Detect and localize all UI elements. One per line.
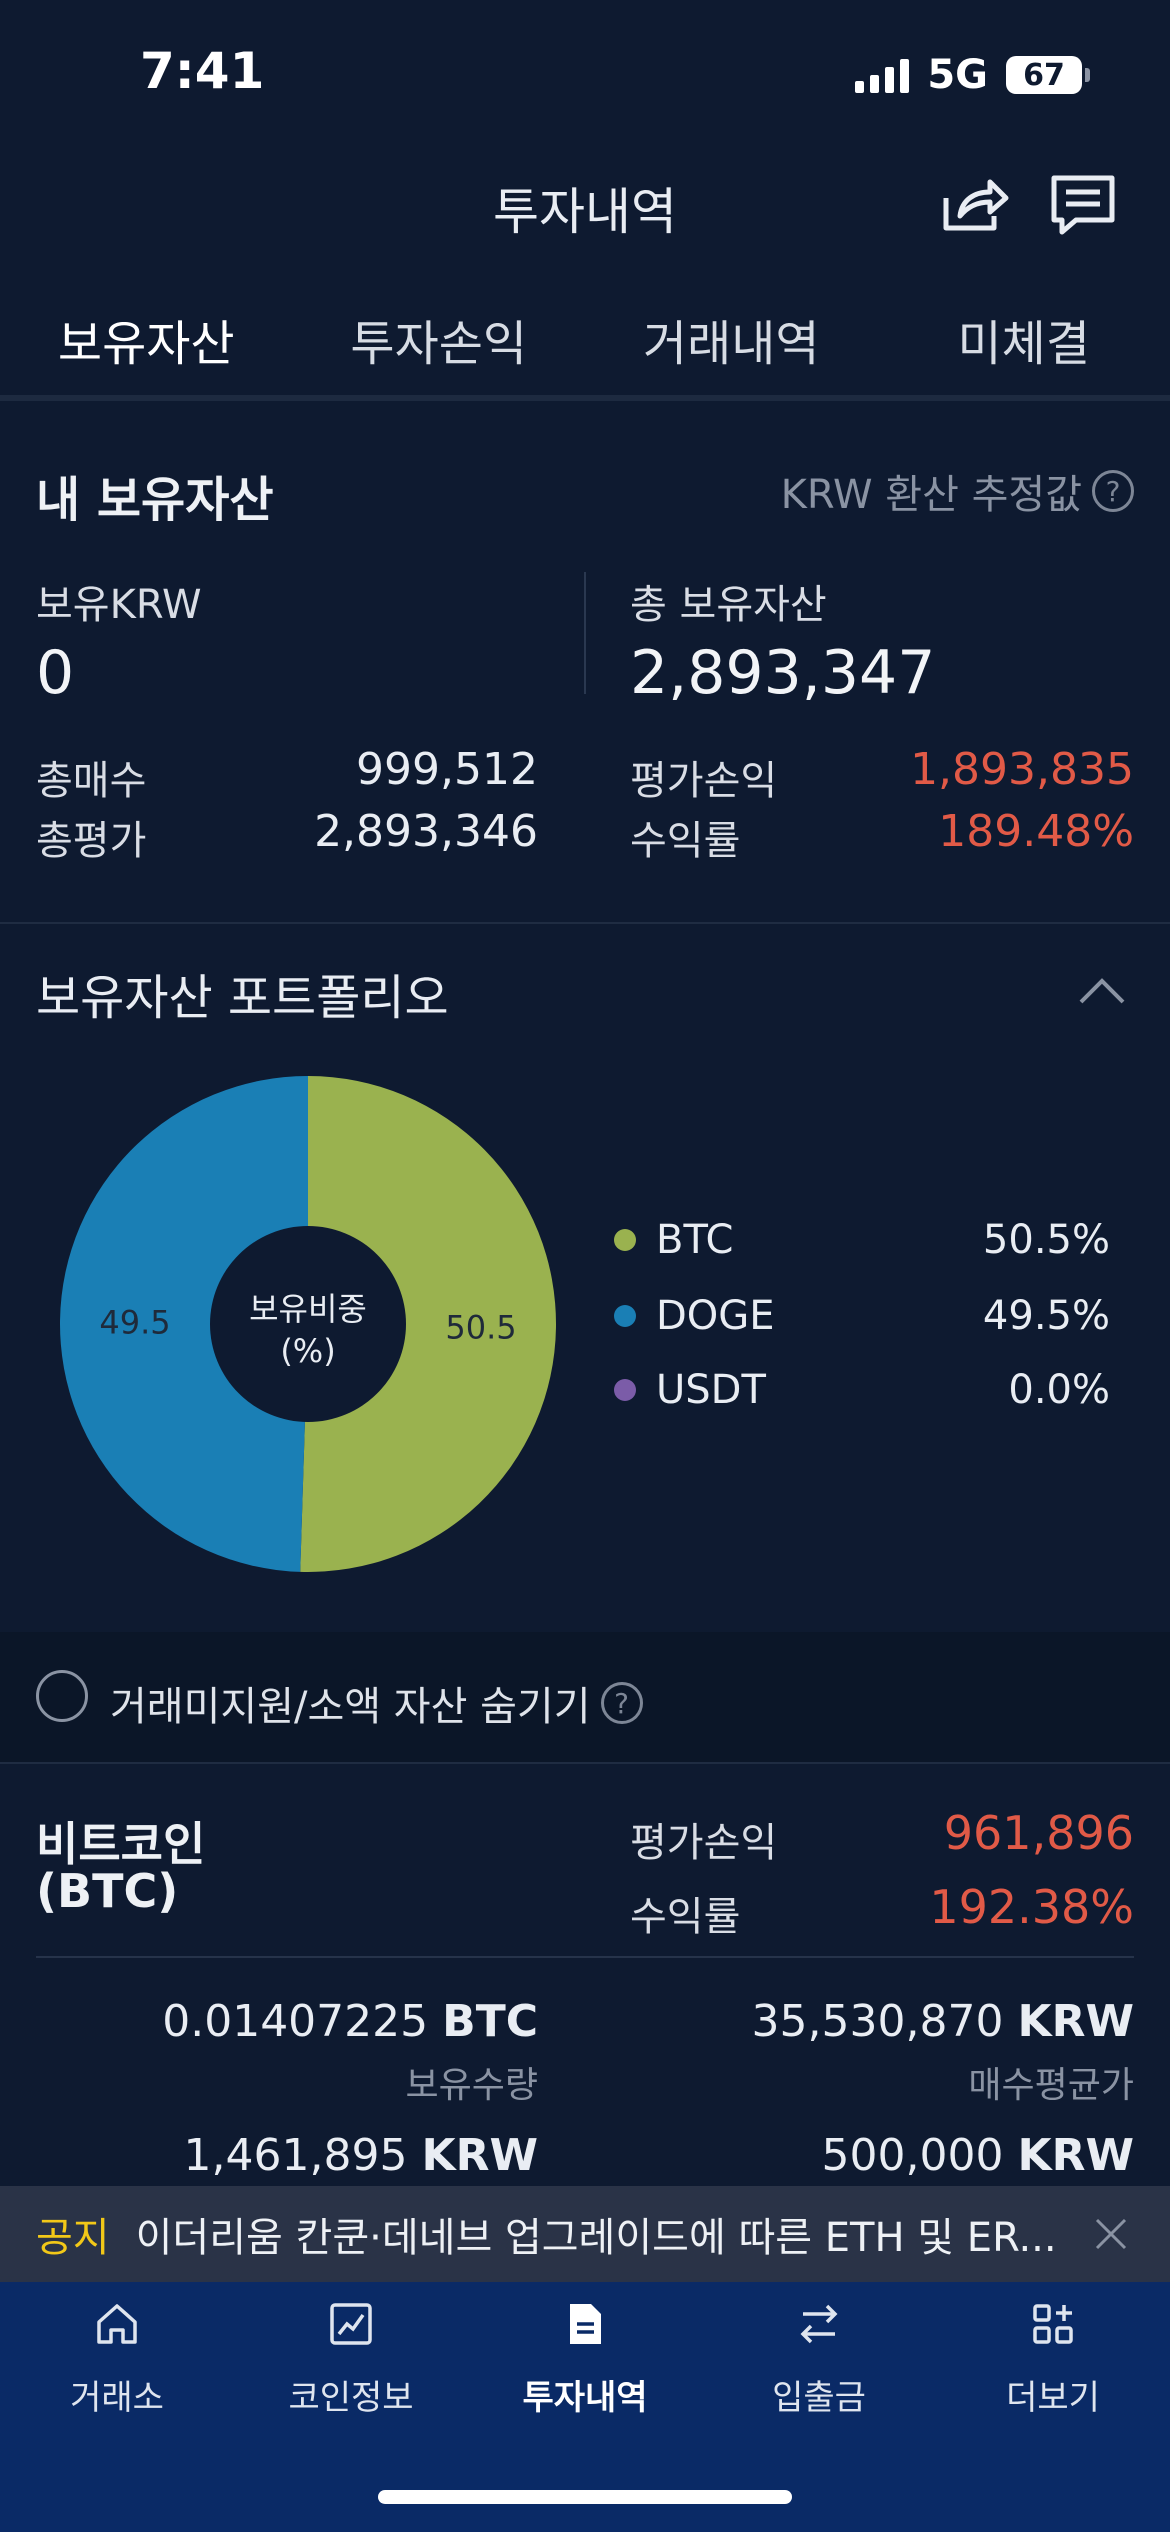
krw-label: 보유KRW [36, 582, 202, 628]
nav-investments[interactable]: 투자내역 [468, 2300, 702, 2419]
total-eval-value: 2,893,346 [314, 806, 538, 857]
donut-center-unit: (%) [280, 1332, 335, 1370]
krw-estimate-note[interactable]: KRW 환산 추정값 ? [781, 462, 1134, 520]
home-indicator [378, 2490, 792, 2504]
transfer-icon [800, 2304, 838, 2344]
nav-label: 코인정보 [288, 2378, 414, 2418]
chevron-up-icon[interactable] [1078, 975, 1126, 1005]
legend-value: 49.5% [982, 1293, 1110, 1339]
slice-label-doge: 49.5 [99, 1303, 170, 1341]
tab-trade-history[interactable]: 거래내역 [585, 290, 878, 400]
krw-estimate-label: KRW 환산 추정값 [780, 472, 1082, 518]
share-icon[interactable] [940, 172, 1010, 234]
nav-coin-info[interactable]: 코인정보 [234, 2300, 468, 2419]
help-icon[interactable]: ? [1092, 470, 1134, 512]
holding-qty: 0.01407225 BTC [162, 1996, 538, 2047]
coin-rate-label: 수익률 [630, 1894, 741, 1940]
status-time: 7:41 [140, 42, 265, 100]
portfolio-title: 보유자산 포트폴리오 [36, 970, 449, 1026]
slice-label-btc: 50.5 [445, 1309, 516, 1347]
pnl-value: 1,893,835 [910, 744, 1134, 795]
nav-label: 입출금 [772, 2378, 866, 2418]
nav-label: 거래소 [70, 2378, 164, 2418]
coin-divider [36, 1956, 1134, 1958]
more-icon [1033, 2304, 1073, 2344]
network-type: 5G [927, 52, 988, 98]
hide-assets-row[interactable]: 거래미지원/소액 자산 숨기기 ? [110, 1674, 643, 1732]
legend-name: USDT [656, 1367, 766, 1413]
legend-item-btc[interactable]: BTC 50.5% [614, 1210, 1110, 1270]
coin-pnl-value: 961,896 [943, 1806, 1134, 1860]
buy-amount-value: 500,000 [821, 2130, 1004, 2181]
eval-amount-value: 1,461,895 [183, 2130, 408, 2181]
help-icon[interactable]: ? [600, 1682, 643, 1724]
nav-more[interactable]: 더보기 [936, 2300, 1170, 2419]
legend-dot-btc [614, 1229, 636, 1251]
holding-qty-value: 0.01407225 [162, 1996, 429, 2047]
battery-icon: 67 [1006, 56, 1090, 94]
buy-amount-unit: KRW [1017, 2130, 1134, 2181]
assets-title: 내 보유자산 [36, 472, 274, 528]
krw-value: 0 [36, 638, 75, 708]
legend-item-doge[interactable]: DOGE 49.5% [614, 1286, 1110, 1346]
legend-name: BTC [656, 1217, 734, 1263]
hide-assets-checkbox[interactable] [36, 1670, 88, 1722]
nav-exchange[interactable]: 거래소 [0, 2300, 234, 2419]
status-indicators: 5G 67 [855, 50, 1090, 100]
total-buy-label: 총매수 [36, 758, 147, 804]
signal-icon [855, 57, 910, 93]
message-icon[interactable] [1050, 174, 1116, 238]
legend-name: DOGE [656, 1293, 775, 1339]
document-icon [570, 2304, 601, 2344]
chart-icon [330, 2303, 372, 2345]
coin-symbol: (BTC) [36, 1864, 179, 1918]
holding-qty-unit: BTC [442, 1996, 538, 2047]
avg-price-label: 매수평균가 [968, 2065, 1134, 2106]
home-icon [97, 2304, 137, 2344]
tab-holdings[interactable]: 보유자산 [0, 290, 293, 400]
close-icon[interactable] [1094, 2217, 1128, 2251]
battery-level: 67 [1006, 56, 1082, 94]
total-assets-label: 총 보유자산 [630, 582, 827, 628]
section-divider [0, 922, 1170, 924]
donut-center-label: 보유비중 [249, 1290, 367, 1328]
legend-value: 0.0% [1008, 1367, 1110, 1413]
tab-unfilled[interactable]: 미체결 [878, 290, 1170, 400]
notice-text: 이더리움 칸쿤·데네브 업그레이드에 따른 ETH 및 ER... [135, 2215, 1057, 2261]
summary-divider [584, 572, 586, 694]
nav-deposit-withdraw[interactable]: 입출금 [702, 2300, 936, 2419]
tab-divider [0, 395, 1170, 401]
buy-amount: 500,000 KRW [822, 2130, 1134, 2181]
total-assets-value: 2,893,347 [630, 638, 936, 708]
legend-value: 50.5% [982, 1217, 1110, 1263]
portfolio-donut-chart: 보유비중 (%) 50.5 49.5 [60, 1076, 557, 1572]
pnl-label: 평가손익 [630, 758, 778, 804]
tab-profit-loss[interactable]: 투자손익 [293, 290, 586, 400]
section-divider [0, 1762, 1170, 1764]
holding-qty-label: 보유수량 [405, 2065, 538, 2106]
return-rate-value: 189.48% [938, 806, 1134, 857]
notice-bar[interactable]: 공지 이더리움 칸쿤·데네브 업그레이드에 따른 ETH 및 ER... [0, 2186, 1170, 2282]
legend-dot-doge [614, 1305, 636, 1327]
avg-price-unit: KRW [1017, 1996, 1134, 2047]
legend-dot-usdt [614, 1379, 636, 1401]
hide-assets-label: 거래미지원/소액 자산 숨기기 [110, 1684, 591, 1730]
total-buy-value: 999,512 [356, 744, 538, 795]
avg-price: 35,530,870 KRW [752, 1996, 1134, 2047]
avg-price-value: 35,530,870 [751, 1996, 1004, 2047]
total-eval-label: 총평가 [36, 818, 147, 864]
tab-bar: 보유자산 투자손익 거래내역 미체결 [0, 290, 1170, 400]
notice-tag: 공지 [36, 2215, 110, 2261]
eval-amount-unit: KRW [421, 2130, 538, 2181]
nav-label: 투자내역 [522, 2378, 648, 2418]
legend-item-usdt[interactable]: USDT 0.0% [614, 1360, 1110, 1420]
coin-rate-value: 192.38% [929, 1880, 1134, 1934]
nav-label: 더보기 [1006, 2378, 1100, 2418]
return-rate-label: 수익률 [630, 818, 741, 864]
coin-pnl-label: 평가손익 [630, 1820, 778, 1866]
eval-amount: 1,461,895 KRW [184, 2130, 538, 2181]
